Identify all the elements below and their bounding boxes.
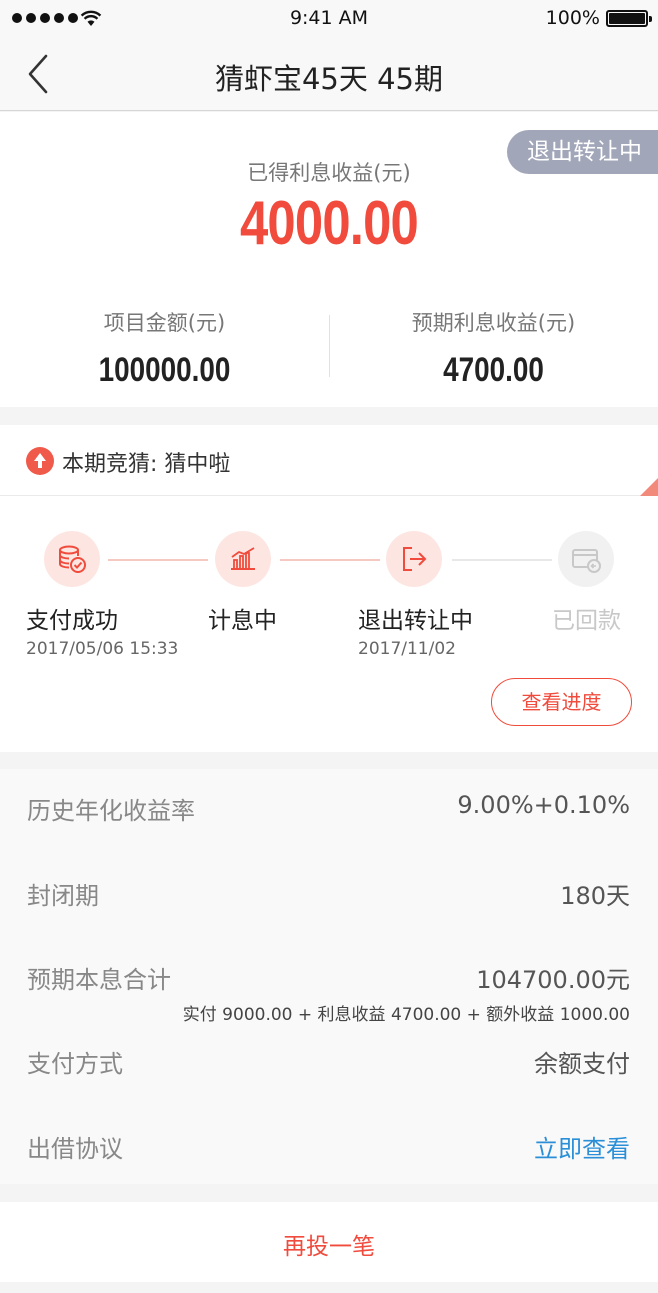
principal-interest-label: 预期本息合计: [27, 966, 171, 994]
battery-percent: 100%: [545, 7, 600, 29]
view-progress-button[interactable]: 查看进度: [491, 678, 632, 726]
bottom-action-bar: 再投一笔: [0, 1202, 658, 1282]
corner-marker: [640, 478, 658, 496]
step-label-paid: 支付成功: [26, 608, 118, 634]
step-label-accruing: 计息中: [208, 608, 277, 634]
project-amount: 项目金额(元) 100000.00: [0, 307, 329, 390]
project-amount-label: 项目金额(元): [103, 311, 226, 335]
earned-interest-value: 4000.00: [239, 189, 419, 258]
invest-again-button[interactable]: 再投一笔: [283, 1227, 375, 1261]
page-title: 猜虾宝45天 45期: [214, 62, 444, 96]
up-arrow-icon: [26, 447, 54, 475]
agreement-label: 出借协议: [27, 1135, 123, 1163]
closed-period-value: 180天: [560, 882, 630, 910]
payment-method-value: 余额支付: [534, 1050, 630, 1078]
investment-details: 历史年化收益率 9.00%+0.10% 封闭期 180天 预期本息合计 1047…: [0, 769, 658, 1184]
expected-interest-value: 4700.00: [443, 351, 544, 389]
step-date-exiting: 2017/11/02: [358, 639, 456, 659]
nav-bar: 猜虾宝45天 45期: [0, 38, 658, 111]
exit-arrow-icon: [386, 531, 442, 587]
step-connector: [108, 559, 208, 561]
expected-interest: 预期利息收益(元) 4700.00: [329, 307, 658, 390]
step-date-paid: 2017/05/06 15:33: [26, 639, 179, 659]
battery-icon: [606, 10, 652, 27]
guess-result-row: 本期竞猜: 猜中啦: [0, 425, 658, 496]
guess-result-text: 本期竞猜: 猜中啦: [62, 452, 231, 477]
coins-check-icon: [44, 531, 100, 587]
card-return-icon: [558, 531, 614, 587]
step-label-repaid: 已回款: [552, 608, 621, 634]
bar-chart-icon: [215, 531, 271, 587]
annual-rate-label: 历史年化收益率: [27, 797, 195, 825]
view-agreement-link[interactable]: 立即查看: [534, 1129, 630, 1164]
closed-period-label: 封闭期: [27, 882, 99, 910]
expected-interest-label: 预期利息收益(元): [411, 311, 576, 335]
status-bar: 9:41 AM 100%: [0, 0, 658, 38]
payment-method-label: 支付方式: [27, 1050, 123, 1078]
principal-interest-value: 104700.00元: [476, 966, 630, 994]
earned-interest-label: 已得利息收益(元): [247, 161, 411, 185]
project-amount-value: 100000.00: [98, 351, 231, 389]
guess-progress-card: 本期竞猜: 猜中啦 支付成功 2017/05/06 15:33 计息中 退出转让…: [0, 425, 658, 752]
step-connector: [452, 559, 552, 561]
principal-interest-breakdown: 实付 9000.00 + 利息收益 4700.00 + 额外收益 1000.00: [182, 1005, 630, 1025]
step-connector: [280, 559, 380, 561]
annual-rate-value: 9.00%+0.10%: [457, 791, 630, 819]
earnings-summary: 退出转让中 已得利息收益(元) 4000.00 项目金额(元) 100000.0…: [0, 112, 658, 407]
step-label-exiting: 退出转让中: [358, 608, 473, 634]
